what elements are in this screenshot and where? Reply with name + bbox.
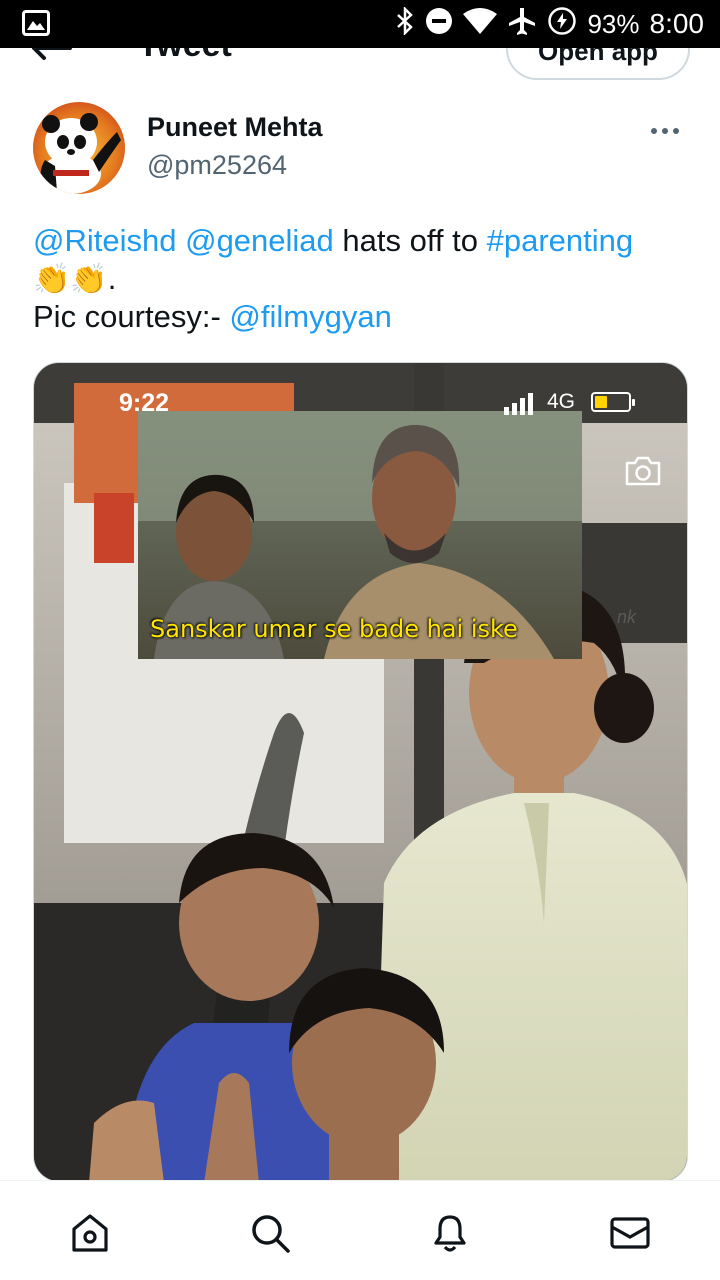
- background-sign-text: nk: [617, 607, 637, 627]
- phone-status-time: 9:22: [119, 389, 170, 417]
- avatar[interactable]: [33, 102, 125, 194]
- mention-filmygyan[interactable]: @filmygyan: [229, 299, 391, 334]
- bluetooth-icon: [395, 5, 415, 42]
- back-arrow-icon[interactable]: [32, 48, 72, 66]
- notifications-icon[interactable]: [428, 1211, 472, 1255]
- image-icon: [22, 10, 50, 36]
- media-photo: [34, 363, 687, 1181]
- phone-network: 4G: [547, 390, 576, 413]
- author-handle[interactable]: @pm25264: [147, 150, 287, 181]
- do-not-disturb-icon: [425, 7, 453, 42]
- messages-icon[interactable]: [608, 1211, 652, 1255]
- clapping-hands-icon: 👏👏: [33, 263, 108, 296]
- tweet-header: Tweet Open app: [0, 48, 720, 88]
- page-title: Tweet: [138, 48, 232, 65]
- author-name[interactable]: Puneet Mehta: [147, 112, 323, 143]
- tweet-text: @Riteishd @geneliad hats off to #parenti…: [33, 222, 693, 336]
- phone-battery-icon: [591, 392, 635, 412]
- mention-geneliad[interactable]: @geneliad: [185, 223, 334, 258]
- signal-icon: [504, 391, 533, 415]
- search-icon[interactable]: [248, 1211, 292, 1255]
- more-icon[interactable]: [650, 112, 680, 143]
- wifi-icon: [463, 7, 498, 41]
- airplane-icon: [507, 6, 537, 43]
- clock: 8:00: [649, 8, 705, 39]
- bottom-nav: [0, 1180, 720, 1280]
- tweet-media[interactable]: 9:22 4G nk Sanskar umar se bade hai iske: [33, 362, 688, 1182]
- tweet-period: .: [107, 261, 117, 296]
- status-bar: 93% 8:00: [0, 0, 720, 48]
- courtesy-prefix: Pic courtesy:-: [33, 299, 221, 334]
- camera-icon: [625, 456, 661, 486]
- hashtag-parenting[interactable]: #parenting: [487, 223, 634, 258]
- open-app-button[interactable]: Open app: [506, 48, 690, 80]
- mention-riteishd[interactable]: @Riteishd: [33, 223, 176, 258]
- battery-saver-icon: [547, 6, 577, 43]
- meme-caption: Sanskar umar se bade hai iske: [150, 615, 518, 643]
- battery-percentage: 93%: [587, 8, 640, 39]
- home-icon[interactable]: [68, 1211, 112, 1255]
- tweet-phrase: hats off to: [342, 223, 479, 258]
